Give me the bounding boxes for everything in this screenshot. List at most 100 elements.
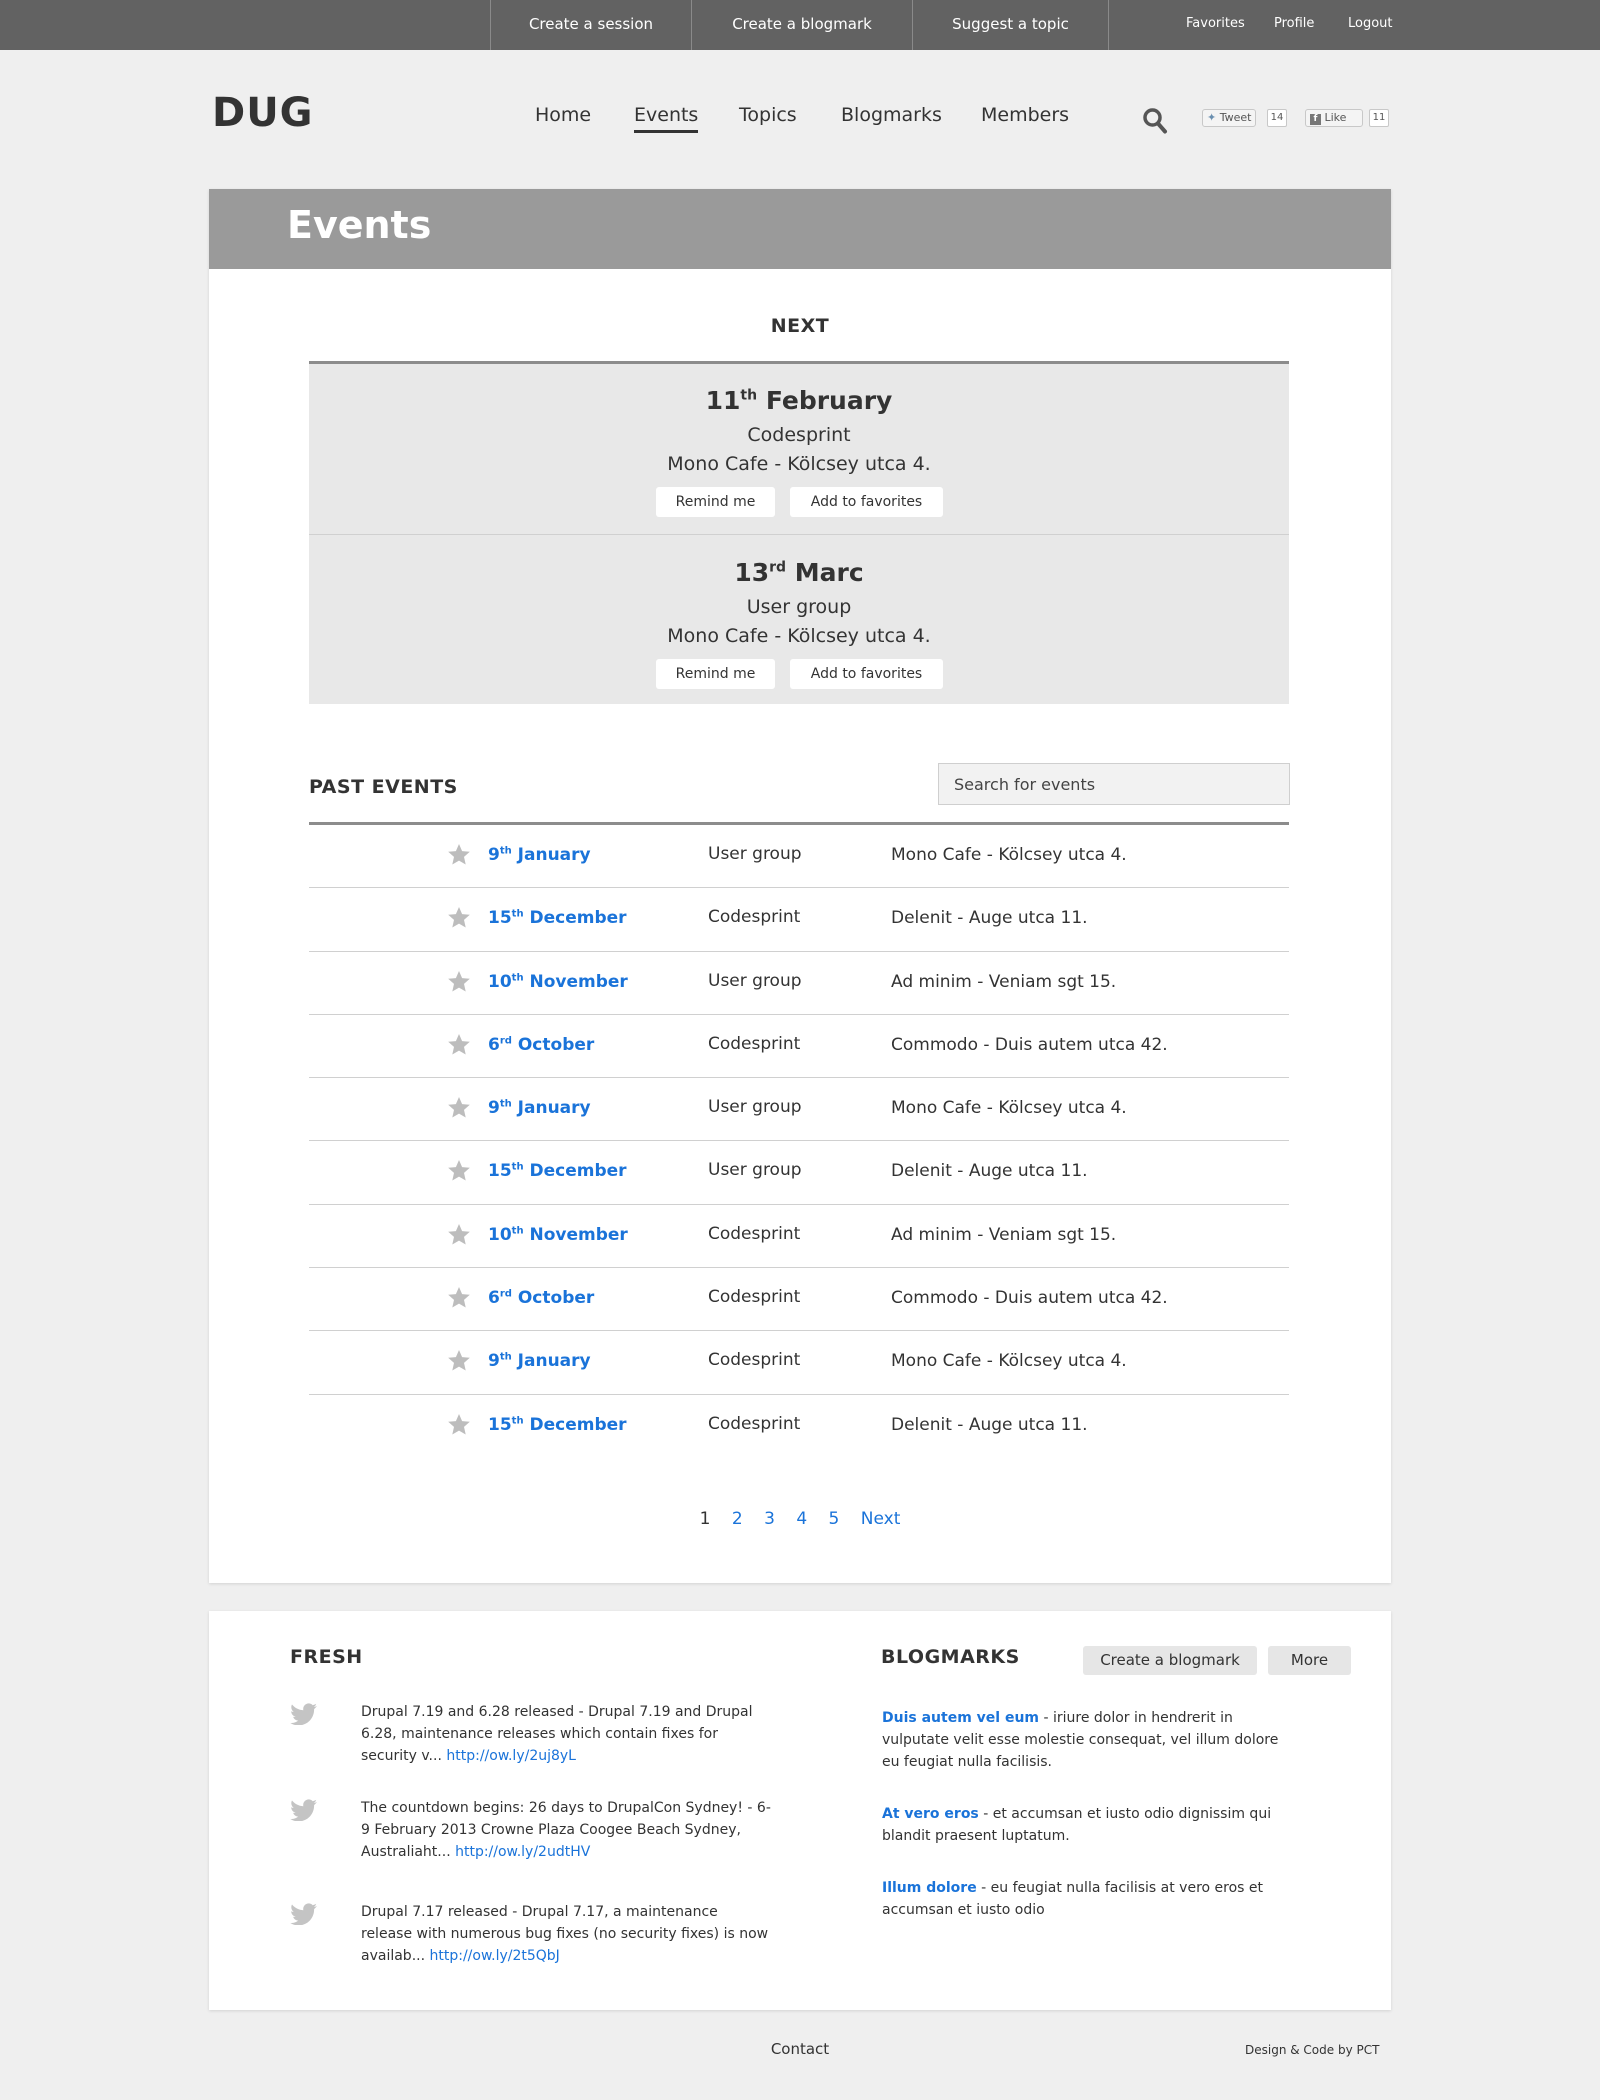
nav-events[interactable]: Events <box>634 104 699 133</box>
events-card: Events NEXT 11th February Codesprint Mon… <box>209 189 1391 1583</box>
page-link-3[interactable]: 3 <box>764 1509 775 1529</box>
tweet-link[interactable]: http://ow.ly/2udtHV <box>455 1844 590 1860</box>
next-event-date: 11th February <box>705 386 893 415</box>
favorite-star-icon[interactable] <box>447 906 471 929</box>
tweet-button-label: Tweet <box>1219 111 1252 124</box>
tweet-link[interactable]: http://ow.ly/2t5QbJ <box>430 1948 560 1964</box>
like-count: 11 <box>1369 109 1389 127</box>
past-event-date-link[interactable]: 10th November <box>488 972 628 992</box>
past-event-row: 6rd October Codesprint Commodo - Duis aute… <box>309 1268 1289 1332</box>
blogmark-title-link[interactable]: At vero eros <box>882 1806 979 1822</box>
nav-home[interactable]: Home <box>535 104 591 126</box>
favorite-star-icon[interactable] <box>447 1159 471 1182</box>
more-blogmarks-button[interactable]: More <box>1268 1646 1351 1675</box>
past-event-type: Codesprint <box>708 1413 801 1434</box>
favorite-star-icon[interactable] <box>447 843 471 866</box>
next-event: 13rd Marc User group Mono Cafe - Kölcsey… <box>309 534 1289 704</box>
past-event-date-link[interactable]: 9th January <box>488 1351 591 1371</box>
past-event-row: 15th December User group Delenit - Auge ut… <box>309 1141 1289 1205</box>
past-events-heading: PAST EVENTS <box>309 776 458 798</box>
suggest-topic-link[interactable]: Suggest a topic <box>912 0 1109 50</box>
add-to-favorites-button[interactable]: Add to favorites <box>790 659 943 689</box>
create-session-link[interactable]: Create a session <box>490 0 691 50</box>
nav-topics[interactable]: Topics <box>739 104 797 126</box>
page-link-5[interactable]: 5 <box>829 1509 840 1529</box>
past-events-list: 9th January User group Mono Cafe - Kölcsey… <box>309 822 1289 1458</box>
next-event-date: 13rd Marc <box>734 558 864 587</box>
search-icon[interactable] <box>1142 107 1168 135</box>
past-event-place: Ad minim - Veniam sgt 15. <box>891 1224 1117 1245</box>
past-event-date-link[interactable]: 9th January <box>488 1098 591 1118</box>
past-event-type: Codesprint <box>708 1223 801 1244</box>
past-event-place: Ad minim - Veniam sgt 15. <box>891 971 1117 992</box>
top-bar: Create a session Create a blogmark Sugge… <box>0 0 1600 50</box>
next-event-place: Mono Cafe - Kölcsey utca 4. <box>667 453 931 475</box>
favorite-star-icon[interactable] <box>447 1223 471 1246</box>
blogmark-item: Illum dolore - eu feugiat nulla facilisi… <box>882 1880 1264 1918</box>
next-events-box: 11th February Codesprint Mono Cafe - Köl… <box>309 361 1289 704</box>
past-event-place: Mono Cafe - Kölcsey utca 4. <box>891 845 1127 865</box>
facebook-icon: f <box>1310 114 1321 125</box>
page-next-link[interactable]: Next <box>861 1509 901 1529</box>
past-event-place: Delenit - Auge utca 11. <box>891 1414 1088 1435</box>
past-event-type: Codesprint <box>708 1033 801 1054</box>
tweet-text: The countdown begins: 26 days to DrupalC… <box>361 1800 771 1860</box>
footer-credit: Design & Code by PCT <box>1245 2043 1380 2057</box>
past-event-place: Commodo - Duis autem utca 42. <box>891 1034 1168 1055</box>
next-heading: NEXT <box>770 315 830 337</box>
favorite-star-icon[interactable] <box>447 970 471 993</box>
fresh-blogmarks-card: FRESH Drupal 7.19 and 6.28 released - Dr… <box>209 1611 1391 2010</box>
past-event-type: User group <box>708 1160 802 1181</box>
past-event-date-link[interactable]: 6rd October <box>488 1288 594 1308</box>
past-event-date-link[interactable]: 9th January <box>488 845 591 865</box>
past-event-date-link[interactable]: 6rd October <box>488 1035 594 1055</box>
add-to-favorites-button[interactable]: Add to favorites <box>790 487 943 517</box>
past-event-date-link[interactable]: 15th December <box>488 1161 627 1181</box>
page-title: Events <box>287 203 432 247</box>
blogmark-item: Duis autem vel eum - iriure dolor in hen… <box>882 1710 1279 1770</box>
tweet-link[interactable]: http://ow.ly/2uj8yL <box>446 1748 576 1764</box>
past-event-row: 9th January User group Mono Cafe - Kölcsey… <box>309 1078 1289 1142</box>
past-event-date-link[interactable]: 10th November <box>488 1225 628 1245</box>
next-event-type: Codesprint <box>747 424 851 446</box>
blogmark-item: At vero eros - et accumsan et iusto odio… <box>882 1806 1272 1844</box>
tweet-text: Drupal 7.19 and 6.28 released - Drupal 7… <box>361 1704 753 1764</box>
site-logo[interactable]: DUG <box>212 90 314 136</box>
past-event-date-link[interactable]: 15th December <box>488 908 627 928</box>
favorite-star-icon[interactable] <box>447 1033 471 1056</box>
create-blogmark-link[interactable]: Create a blogmark <box>691 0 912 50</box>
past-event-type: User group <box>708 1097 802 1118</box>
blogmarks-heading: BLOGMARKS <box>881 1646 1020 1668</box>
blogmark-title-link[interactable]: Illum dolore <box>882 1880 977 1896</box>
past-event-row: 10th November Codesprint Ad minim - Veniam… <box>309 1205 1289 1269</box>
past-event-place: Delenit - Auge utca 11. <box>891 1161 1088 1182</box>
twitter-bird-icon <box>290 1903 317 1925</box>
favorites-link[interactable]: Favorites <box>1186 0 1245 50</box>
favorite-star-icon[interactable] <box>447 1413 471 1436</box>
like-button[interactable]: f Like <box>1305 109 1363 127</box>
past-event-row: 9th January Codesprint Mono Cafe - Kölcsey… <box>309 1331 1289 1395</box>
past-event-type: Codesprint <box>708 1287 801 1308</box>
blogmark-title-link[interactable]: Duis autem vel eum <box>882 1710 1039 1726</box>
favorite-star-icon[interactable] <box>447 1096 471 1119</box>
tweet-text: Drupal 7.17 released - Drupal 7.17, a ma… <box>361 1904 769 1964</box>
remind-me-button[interactable]: Remind me <box>656 659 775 689</box>
events-header: Events <box>209 189 1391 269</box>
past-event-type: Codesprint <box>708 907 801 928</box>
remind-me-button[interactable]: Remind me <box>656 487 775 517</box>
past-event-type: User group <box>708 970 802 991</box>
create-blogmark-button[interactable]: Create a blogmark <box>1083 1646 1257 1675</box>
nav-blogmarks[interactable]: Blogmarks <box>841 104 942 126</box>
search-events-input[interactable] <box>938 763 1290 805</box>
page-link-4[interactable]: 4 <box>796 1509 807 1529</box>
page-link-2[interactable]: 2 <box>732 1509 743 1529</box>
favorite-star-icon[interactable] <box>447 1349 471 1372</box>
past-event-date-link[interactable]: 15th December <box>488 1415 627 1435</box>
profile-link[interactable]: Profile <box>1274 0 1314 50</box>
tweet-button[interactable]: ✦ Tweet <box>1202 109 1257 127</box>
past-event-type: Codesprint <box>708 1350 801 1371</box>
nav-members[interactable]: Members <box>981 104 1069 126</box>
logout-link[interactable]: Logout <box>1348 0 1393 50</box>
page-current: 1 <box>699 1509 711 1529</box>
favorite-star-icon[interactable] <box>447 1286 471 1309</box>
